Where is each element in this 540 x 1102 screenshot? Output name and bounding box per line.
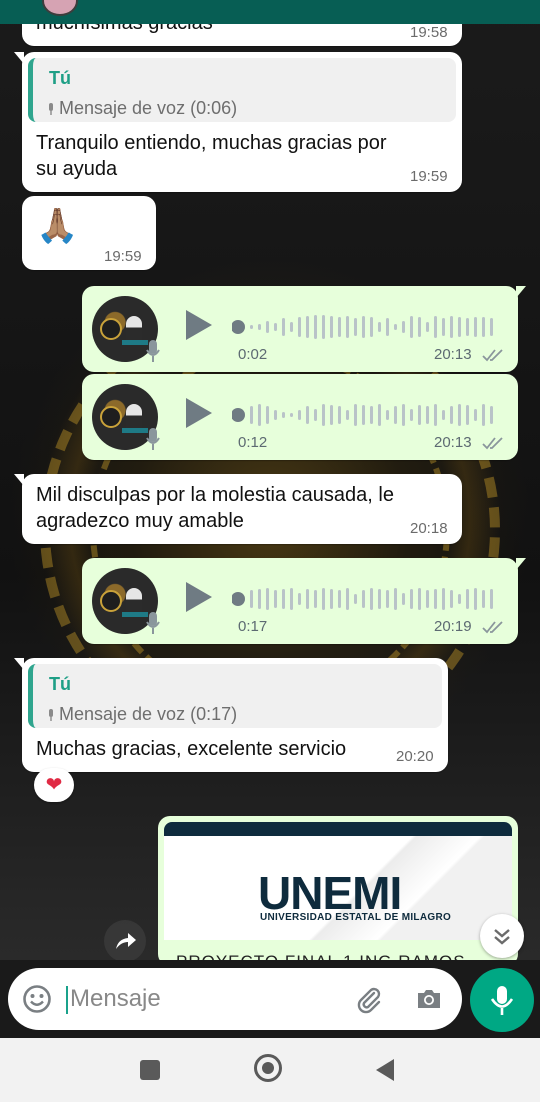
voice-duration: 0:12 bbox=[238, 434, 268, 451]
message-text-line-1: Mil disculpas por la molestia causada, l… bbox=[36, 484, 394, 506]
back-button[interactable] bbox=[376, 1059, 394, 1081]
play-icon[interactable] bbox=[186, 398, 212, 428]
message-input-container[interactable]: Mensaje bbox=[8, 968, 462, 1030]
double-check-icon bbox=[482, 437, 503, 450]
chat-header bbox=[0, 0, 540, 24]
message-time: 20:13 bbox=[434, 434, 472, 451]
message-time: 19:58 bbox=[410, 24, 448, 41]
quoted-message[interactable]: Tú Mensaje de voz (0:17) bbox=[28, 664, 442, 728]
quote-text: Mensaje de voz (0:17) bbox=[47, 704, 237, 725]
mic-icon bbox=[146, 612, 160, 634]
forward-icon bbox=[116, 933, 136, 949]
quote-text: Mensaje de voz (0:06) bbox=[47, 98, 237, 119]
scroll-to-bottom-button[interactable] bbox=[480, 914, 524, 958]
recent-apps-button[interactable] bbox=[140, 1060, 160, 1080]
double-check-icon bbox=[482, 621, 503, 634]
voice-message-outgoing[interactable]: 0:02 20:13 bbox=[82, 286, 526, 372]
waveform[interactable] bbox=[232, 584, 502, 614]
contact-avatar[interactable] bbox=[42, 0, 78, 16]
document-header bbox=[164, 822, 512, 836]
message-time: 20:13 bbox=[434, 346, 472, 363]
mic-icon bbox=[146, 340, 160, 362]
message-text: Muchas gracias, excelente servicio bbox=[36, 738, 347, 760]
document-message-outgoing[interactable]: UNEMI UNIVERSIDAD ESTATAL DE MILAGRO PRO… bbox=[158, 816, 518, 966]
home-button[interactable] bbox=[254, 1054, 282, 1082]
message-time: 20:19 bbox=[434, 618, 472, 635]
emoji-message: 🙏🏽 bbox=[36, 207, 79, 245]
waveform[interactable] bbox=[232, 312, 502, 342]
voice-record-button[interactable] bbox=[470, 968, 534, 1032]
message-text-line-1: Tranquilo entiendo, muchas gracias por bbox=[36, 132, 387, 154]
heart-reaction-icon[interactable]: ❤ bbox=[34, 768, 74, 802]
message-bubble-incoming[interactable]: Mil disculpas por la molestia causada, l… bbox=[14, 474, 462, 544]
voice-message-outgoing[interactable]: 0:12 20:13 bbox=[82, 374, 518, 460]
message-text-line-2: agradezco muy amable bbox=[36, 510, 244, 532]
voice-duration: 0:02 bbox=[238, 346, 268, 363]
message-composer: Mensaje bbox=[0, 960, 540, 1038]
message-time: 19:59 bbox=[104, 248, 142, 265]
quote-author: Tú bbox=[49, 674, 71, 694]
message-time: 20:20 bbox=[396, 748, 434, 765]
quoted-message[interactable]: Tú Mensaje de voz (0:06) bbox=[28, 58, 456, 122]
chevron-double-down-icon bbox=[494, 929, 510, 945]
mic-icon bbox=[490, 986, 514, 1015]
quote-text-value: Mensaje de voz (0:17) bbox=[59, 704, 238, 724]
camera-icon[interactable] bbox=[414, 984, 444, 1014]
quote-text-value: Mensaje de voz (0:06) bbox=[59, 98, 238, 118]
system-navigation-bar bbox=[0, 1038, 540, 1102]
waveform[interactable] bbox=[232, 400, 502, 430]
voice-message-outgoing[interactable]: 0:17 20:19 bbox=[82, 558, 526, 644]
mic-icon bbox=[49, 709, 53, 721]
message-bubble-incoming[interactable]: 🙏🏽 19:59 bbox=[22, 196, 156, 270]
mic-icon bbox=[49, 103, 53, 115]
message-bubble-incoming[interactable]: Tú Mensaje de voz (0:17) Muchas gracias,… bbox=[14, 658, 448, 772]
mic-icon bbox=[146, 428, 160, 450]
message-time: 20:18 bbox=[410, 520, 448, 537]
message-time: 19:59 bbox=[410, 168, 448, 185]
play-icon[interactable] bbox=[186, 582, 212, 612]
message-input[interactable]: Mensaje bbox=[70, 985, 161, 1013]
emoji-icon[interactable] bbox=[22, 984, 52, 1014]
message-bubble-incoming[interactable]: Tú Mensaje de voz (0:06) Tranquilo entie… bbox=[14, 52, 462, 192]
play-icon[interactable] bbox=[186, 310, 212, 340]
attach-icon[interactable] bbox=[354, 984, 384, 1014]
text-cursor bbox=[66, 986, 68, 1014]
voice-duration: 0:17 bbox=[238, 618, 268, 635]
message-text-line-2: su ayuda bbox=[36, 158, 118, 180]
document-brand-subtitle: UNIVERSIDAD ESTATAL DE MILAGRO bbox=[260, 912, 452, 923]
quote-author: Tú bbox=[49, 68, 71, 88]
forward-button[interactable] bbox=[104, 920, 146, 962]
double-check-icon bbox=[482, 349, 503, 362]
